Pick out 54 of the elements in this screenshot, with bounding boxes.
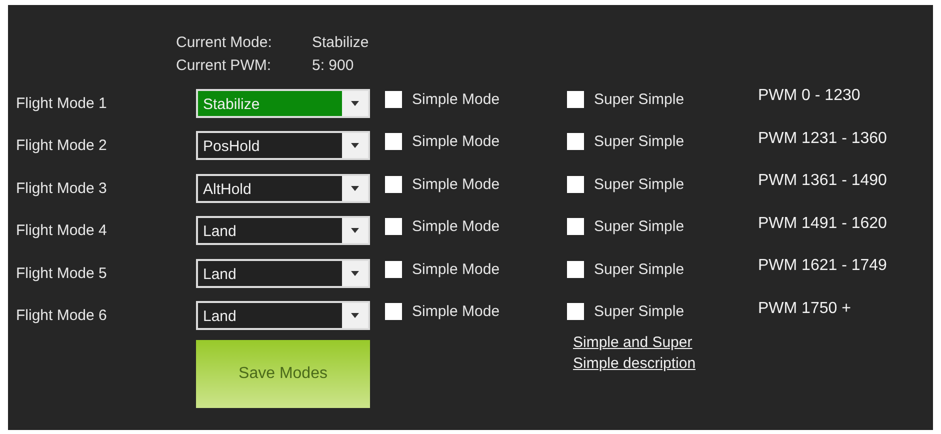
super-simple-label: Super Simple [594, 90, 684, 108]
flight-mode-label: Flight Mode 3 [16, 180, 108, 196]
super-simple-label: Super Simple [594, 218, 684, 235]
save-modes-button[interactable]: Save Modes [196, 340, 370, 408]
simple-mode-label: Simple Mode [412, 218, 500, 235]
simple-mode-checkbox[interactable] [385, 133, 402, 150]
caret-icon [351, 313, 359, 318]
simple-mode-checkbox[interactable] [385, 176, 402, 192]
mode-dropdown[interactable]: AltHold [196, 174, 370, 202]
pwm-range: PWM 1361 - 1490 [758, 172, 887, 190]
simple-mode-label: Simple Mode [412, 133, 500, 150]
super-simple-checkbox[interactable] [567, 303, 584, 320]
simple-mode-checkbox[interactable] [385, 90, 402, 108]
pwm-range: PWM 1231 - 1360 [758, 130, 887, 148]
super-simple-label: Super Simple [594, 303, 684, 320]
caret-icon [351, 186, 359, 190]
flight-mode-label: Flight Mode 6 [16, 307, 108, 324]
simple-mode-checkbox[interactable] [385, 303, 402, 320]
caret-icon [351, 270, 359, 276]
mode-dropdown[interactable]: Land [196, 216, 370, 245]
super-simple-label: Super Simple [594, 176, 684, 192]
simple-mode-label: Simple Mode [412, 303, 500, 320]
mode-dropdown[interactable]: Land [196, 258, 370, 288]
current-mode-label: Current Mode: [176, 33, 273, 52]
super-simple-checkbox[interactable] [567, 218, 584, 235]
current-pwm-value: 5: 900 [312, 56, 355, 75]
caret-icon [351, 100, 359, 106]
flight-mode-label: Flight Mode 1 [16, 94, 108, 112]
mode-dropdown[interactable]: PosHold [196, 131, 370, 160]
super-simple-checkbox[interactable] [567, 260, 584, 278]
caret-icon [351, 228, 359, 233]
super-simple-checkbox[interactable] [567, 176, 584, 192]
simple-mode-label: Simple Mode [412, 176, 500, 192]
super-simple-checkbox[interactable] [567, 90, 584, 108]
pwm-range: PWM 1621 - 1749 [758, 257, 887, 275]
flight-mode-label: Flight Mode 5 [16, 264, 108, 282]
mode-dropdown[interactable]: Land [196, 301, 370, 330]
simple-mode-label: Simple Mode [412, 260, 500, 278]
mode-dropdown[interactable]: Stabilize [196, 88, 370, 118]
flight-mode-label: Flight Mode 2 [16, 137, 108, 154]
super-simple-label: Super Simple [594, 133, 684, 150]
simple-mode-checkbox[interactable] [385, 260, 402, 278]
flight-mode-label: Flight Mode 4 [16, 222, 108, 239]
pwm-range: PWM 0 - 1230 [758, 87, 860, 105]
simple-mode-checkbox[interactable] [385, 218, 402, 235]
current-pwm-label: Current PWM: [176, 56, 272, 75]
current-mode-value: Stabilize [312, 33, 370, 52]
pwm-range: PWM 1750 + [758, 300, 851, 318]
description-link[interactable]: Simple and Super Simple description [573, 332, 723, 408]
super-simple-label: Super Simple [594, 260, 684, 278]
simple-mode-label: Simple Mode [412, 90, 500, 108]
pwm-range: PWM 1491 - 1620 [758, 214, 887, 232]
caret-icon [351, 143, 359, 148]
super-simple-checkbox[interactable] [567, 133, 584, 150]
